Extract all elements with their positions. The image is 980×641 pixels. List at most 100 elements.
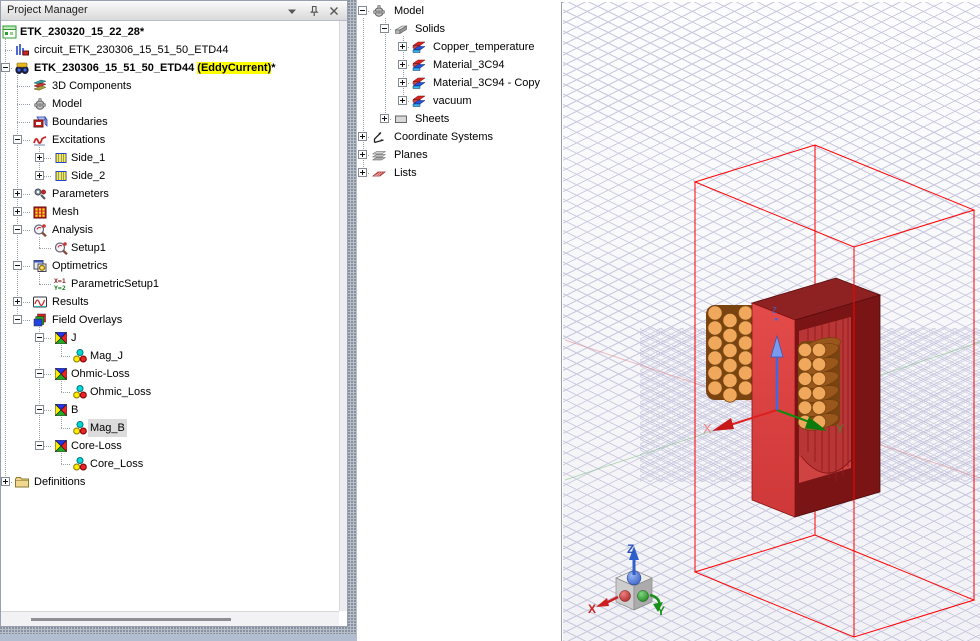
expand-toggle[interactable] [358, 132, 367, 141]
tree-item-3d-components[interactable]: 3D Components [1, 77, 339, 95]
winding-inner[interactable] [798, 334, 842, 433]
collapse-toggle[interactable] [35, 333, 44, 342]
tree-item-vacuum[interactable]: vacuum [357, 92, 557, 110]
close-icon[interactable] [327, 4, 341, 18]
coil-icon [53, 168, 69, 184]
winding-turn [738, 306, 752, 320]
expand-toggle[interactable] [35, 153, 44, 162]
tree-item-label: B [69, 401, 80, 419]
tree-item-core-loss[interactable]: Core-Loss [1, 437, 339, 455]
collapse-toggle[interactable] [13, 261, 22, 270]
tree-item-lists[interactable]: Lists [357, 164, 557, 182]
expand-toggle[interactable] [13, 297, 22, 306]
collapse-toggle[interactable] [35, 405, 44, 414]
tree-item-excitations[interactable]: Excitations [1, 131, 339, 149]
tree-item-label: J [69, 329, 79, 347]
tree-item-optimetrics[interactable]: Optimetrics [1, 257, 339, 275]
coordsys-icon [371, 129, 387, 145]
collapse-toggle[interactable] [380, 24, 389, 33]
expand-toggle[interactable] [380, 114, 389, 123]
tree-item-side-2[interactable]: Side_2 [1, 167, 339, 185]
tree-item-label: circuit_ETK_230306_15_51_50_ETD44 [32, 41, 230, 59]
vertical-scrollbar[interactable] [339, 21, 347, 611]
collapse-toggle[interactable] [13, 315, 22, 324]
expand-toggle[interactable] [398, 42, 407, 51]
tree-item-model[interactable]: Model [1, 95, 339, 113]
expand-toggle[interactable] [398, 60, 407, 69]
expand-toggle[interactable] [13, 189, 22, 198]
collapse-toggle[interactable] [13, 225, 22, 234]
optimetrics-icon [32, 258, 48, 274]
tree-item-analysis[interactable]: Analysis [1, 221, 339, 239]
tree-item-model[interactable]: Model [357, 2, 557, 20]
orientation-triad[interactable]: Z X Y [588, 542, 665, 618]
winding-turn [708, 366, 722, 380]
tree-item-label: Solids [413, 20, 447, 38]
tree-item-core-loss[interactable]: Core_Loss [1, 455, 339, 473]
boundaries-icon [32, 114, 48, 130]
triad-x-ball[interactable] [620, 591, 631, 602]
collapse-toggle[interactable] [13, 135, 22, 144]
tree-item-mag-j[interactable]: Mag_J [1, 347, 339, 365]
tree-item-ohmic-loss[interactable]: Ohmic-Loss [1, 365, 339, 383]
tree-item-mag-b[interactable]: Mag_B [1, 419, 339, 437]
tree-item-label: Optimetrics [50, 257, 110, 275]
expand-toggle[interactable] [13, 207, 22, 216]
core-front-face[interactable] [752, 303, 795, 517]
tree-connector [61, 428, 70, 429]
scrollbar-thumb[interactable] [31, 618, 231, 621]
project-tree: ETK_230320_15_22_28*circuit_ETK_230306_1… [1, 21, 339, 611]
tree-item-circuit-etk-230306-15-51-50-etd44[interactable]: circuit_ETK_230306_15_51_50_ETD44 [1, 41, 339, 59]
expand-toggle[interactable] [398, 78, 407, 87]
tree-item-copper-temperature[interactable]: Copper_temperature [357, 38, 557, 56]
winding-turn [738, 381, 752, 395]
winding-turn [723, 328, 737, 342]
tree-item-parametricsetup1[interactable]: X=1Y=2ParametricSetup1 [1, 275, 339, 293]
tree-item-coordinate-systems[interactable]: Coordinate Systems [357, 128, 557, 146]
expand-toggle[interactable] [1, 477, 10, 486]
collapse-toggle[interactable] [358, 6, 367, 15]
tree-item-side-1[interactable]: Side_1 [1, 149, 339, 167]
collapse-toggle[interactable] [1, 63, 10, 72]
tree-item-j[interactable]: J [1, 329, 339, 347]
model-icon [32, 96, 48, 112]
tree-item-results[interactable]: Results [1, 293, 339, 311]
tree-item-definitions[interactable]: Definitions [1, 473, 339, 491]
tree-item-material-3c94[interactable]: Material_3C94 [357, 56, 557, 74]
triad-y-ball[interactable] [638, 591, 649, 602]
tree-item-parameters[interactable]: Parameters [1, 185, 339, 203]
tree-item-b[interactable]: B [1, 401, 339, 419]
winding-outer[interactable] [706, 305, 759, 402]
winding-turn [798, 401, 812, 415]
fieldgroup-icon [53, 330, 69, 346]
dropdown-arrow-icon[interactable] [285, 4, 299, 18]
tree-item-field-overlays[interactable]: Field Overlays [1, 311, 339, 329]
expand-toggle[interactable] [398, 96, 407, 105]
tree-item-etk-230306-15-51-50-etd44-eddycurrent[interactable]: ETK_230306_15_51_50_ETD44 (EddyCurrent)* [1, 59, 339, 77]
tree-item-solids[interactable]: Solids [357, 20, 557, 38]
panel-splitter[interactable] [348, 0, 357, 634]
tree-item-planes[interactable]: Planes [357, 146, 557, 164]
tree-item-etk-230320-15-22-28[interactable]: ETK_230320_15_22_28* [1, 23, 339, 41]
tree-item-boundaries[interactable]: Boundaries [1, 113, 339, 131]
tree-item-mesh[interactable]: Mesh [1, 203, 339, 221]
tree-item-ohmic-loss[interactable]: Ohmic_Loss [1, 383, 339, 401]
expand-toggle[interactable] [35, 171, 44, 180]
tree-item-material-3c94-copy[interactable]: Material_3C94 - Copy [357, 74, 557, 92]
expand-toggle[interactable] [358, 168, 367, 177]
pin-icon[interactable] [307, 4, 321, 18]
components3d-icon [32, 78, 48, 94]
x-axis-arrowhead [712, 418, 734, 431]
material-icon [411, 57, 427, 73]
viewport-3d-scene[interactable]: X Y Z Z X Y [563, 0, 980, 641]
collapse-toggle[interactable] [35, 369, 44, 378]
project-manager-titlebar[interactable]: Project Manager [1, 1, 347, 21]
expand-toggle[interactable] [358, 150, 367, 159]
fieldplot-icon [72, 456, 88, 472]
collapse-toggle[interactable] [35, 441, 44, 450]
tree-item-setup1[interactable]: Setup1 [1, 239, 339, 257]
tree-item-sheets[interactable]: Sheets [357, 110, 557, 128]
horizontal-scrollbar[interactable] [1, 611, 339, 626]
tree-item-label: Results [50, 293, 91, 311]
tree-item-label: ParametricSetup1 [69, 275, 161, 293]
